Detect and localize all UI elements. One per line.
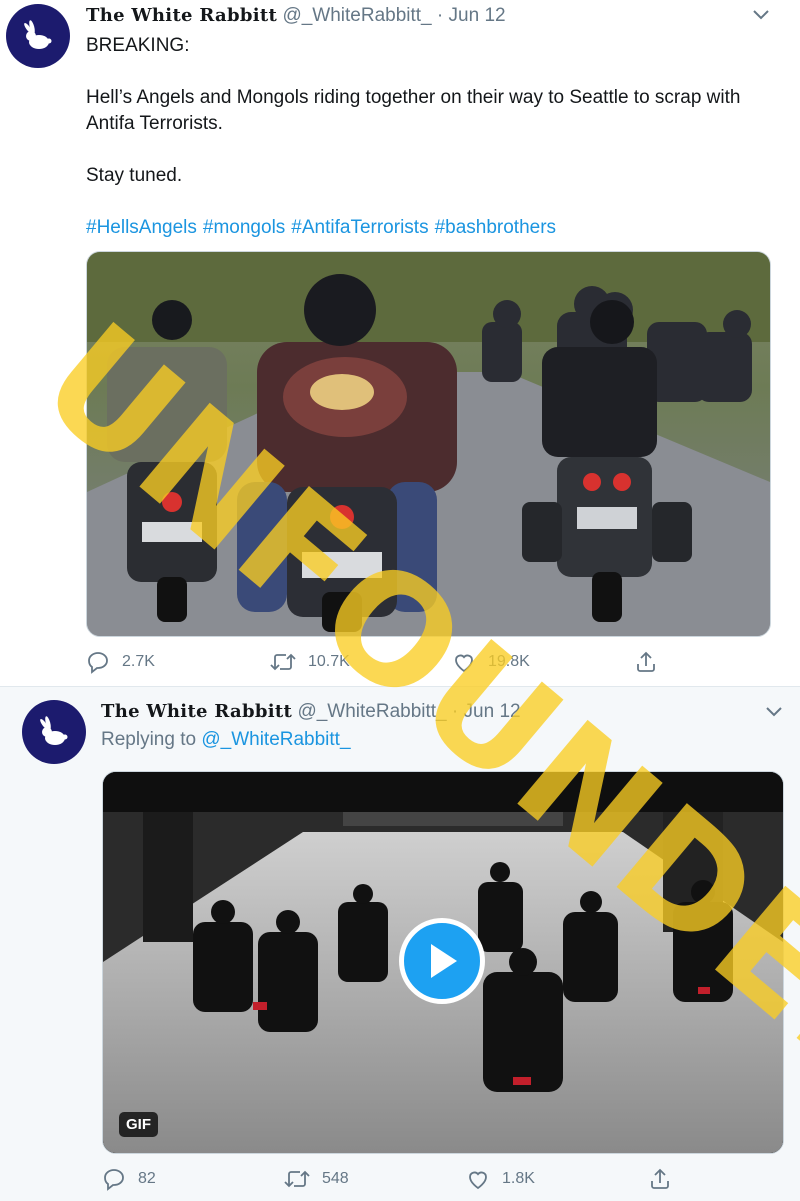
retweet-count: 10.7K: [308, 653, 350, 670]
tweet-date[interactable]: Jun 12: [464, 701, 521, 722]
author-name[interactable]: The White Rabbitt: [101, 701, 292, 722]
like-count: 1.8K: [502, 1170, 535, 1187]
share-icon: [637, 651, 655, 672]
bikers-photo: [87, 252, 770, 636]
reply-button[interactable]: 2.7K: [86, 650, 155, 674]
tweet-text-line: Stay tuned.: [86, 165, 183, 186]
replying-to: Replying to @_WhiteRabbitt_: [101, 729, 351, 751]
reply-count: 2.7K: [122, 653, 155, 670]
tweet-menu-button[interactable]: [752, 8, 770, 27]
author-handle[interactable]: @_WhiteRabbitt_: [297, 701, 446, 722]
tweet-header: The White Rabbitt @_WhiteRabbitt_ · Jun …: [86, 5, 506, 27]
like-count: 19.8K: [488, 653, 530, 670]
tweet-card[interactable]: The White Rabbitt @_WhiteRabbitt_ · Jun …: [0, 686, 800, 1201]
retweet-count: 548: [322, 1170, 349, 1187]
tweet-date[interactable]: Jun 12: [449, 5, 506, 26]
separator-dot: ·: [451, 701, 459, 722]
reply-icon: [88, 652, 108, 674]
reply-count: 82: [138, 1170, 156, 1187]
retweet-icon: [284, 1170, 310, 1188]
tweet-gif[interactable]: GIF: [102, 771, 784, 1154]
tweet-header: The White Rabbitt @_WhiteRabbitt_ · Jun …: [101, 701, 521, 723]
tweet-actions: 82 548 1.8K: [0, 1167, 800, 1197]
avatar[interactable]: [22, 700, 86, 764]
chevron-down-icon: [753, 10, 769, 20]
share-button[interactable]: [634, 650, 670, 674]
play-icon: [431, 944, 457, 978]
hashtag-list: #HellsAngels #mongols #AntifaTerrorists #ba…: [86, 215, 776, 241]
tweet-text-line: BREAKING:: [86, 35, 190, 56]
tweet-menu-button[interactable]: [765, 705, 783, 724]
retweet-icon: [270, 653, 296, 671]
share-button[interactable]: [648, 1167, 684, 1191]
hashtag-link[interactable]: #HellsAngels: [86, 217, 197, 238]
avatar[interactable]: [6, 4, 70, 68]
retweet-button[interactable]: 548: [284, 1167, 349, 1191]
mention-link[interactable]: @_WhiteRabbitt_: [201, 729, 350, 750]
tweet-actions: 2.7K 10.7K 19.8K: [0, 650, 800, 680]
tweet-card[interactable]: The White Rabbitt @_WhiteRabbitt_ · Jun …: [0, 0, 800, 686]
reply-icon: [104, 1169, 124, 1191]
tweet-text-line: Hell’s Angels and Mongols riding togethe…: [86, 87, 741, 134]
chevron-down-icon: [766, 707, 782, 717]
separator-dot: ·: [436, 5, 444, 26]
play-button[interactable]: [399, 918, 485, 1004]
rabbit-icon: [24, 20, 52, 49]
hashtag-link[interactable]: #AntifaTerrorists: [291, 217, 428, 238]
tweet-text: BREAKING: Hell’s Angels and Mongols ridi…: [86, 33, 776, 241]
hashtag-link[interactable]: #mongols: [203, 217, 285, 238]
author-name[interactable]: The White Rabbitt: [86, 5, 277, 26]
retweet-button[interactable]: 10.7K: [270, 650, 350, 674]
hashtag-link[interactable]: #bashbrothers: [435, 217, 556, 238]
share-icon: [651, 1168, 669, 1189]
like-button[interactable]: 19.8K: [452, 650, 530, 674]
reply-button[interactable]: 82: [102, 1167, 156, 1191]
replying-to-label: Replying to: [101, 729, 197, 750]
tweet-photo[interactable]: [86, 251, 771, 637]
heart-icon: [469, 1171, 487, 1190]
heart-icon: [455, 654, 473, 673]
rabbit-icon: [40, 716, 68, 745]
gif-badge: GIF: [119, 1112, 158, 1137]
author-handle[interactable]: @_WhiteRabbitt_: [282, 5, 431, 26]
like-button[interactable]: 1.8K: [466, 1167, 535, 1191]
